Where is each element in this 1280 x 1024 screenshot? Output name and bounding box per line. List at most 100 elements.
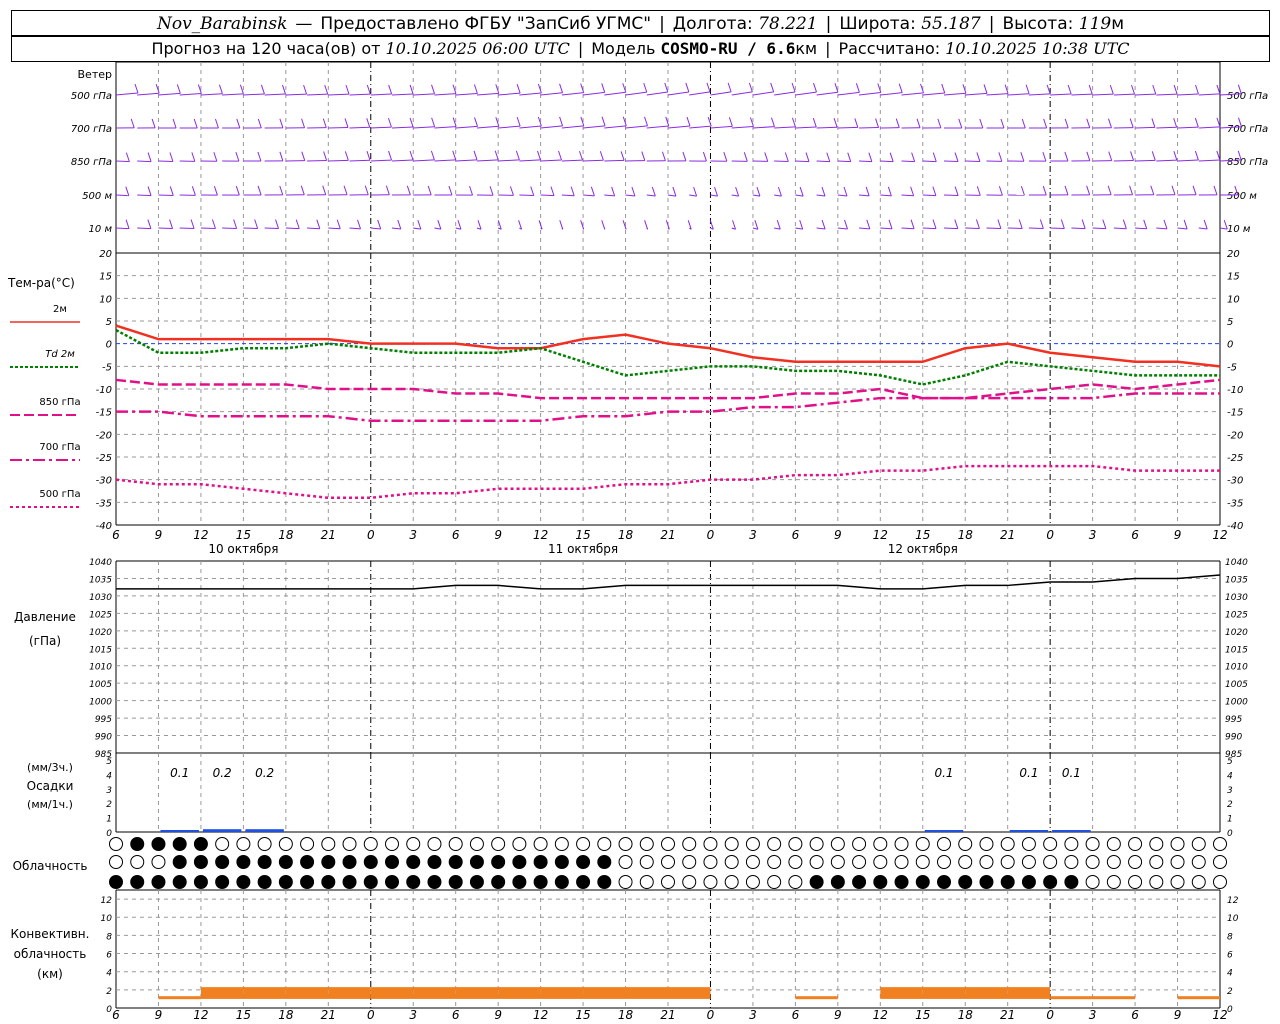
wind-level-label-right: 10 м [1227, 224, 1251, 235]
wind-barb-flag [316, 219, 321, 229]
wind-barb-flag [397, 219, 402, 230]
cloud-cover-symbol [363, 855, 378, 869]
wind-barb-shaft [901, 92, 924, 96]
wind-barb-shaft [349, 93, 371, 96]
cloud-cover-symbol [278, 875, 293, 889]
cloud-cover-symbol [915, 855, 930, 869]
wind-barb-flag [1151, 118, 1156, 128]
cloud-cover-symbol [873, 855, 888, 869]
wind-barb-flag [169, 152, 174, 162]
wind-barb-flag [776, 220, 781, 230]
wind-barb-flag [130, 118, 135, 129]
pressure-ytick-right: 1020 [1225, 628, 1248, 638]
wind-barb-flag [748, 82, 753, 93]
wind-barb-shaft [689, 125, 712, 129]
wind-barb-shaft [625, 194, 635, 197]
wind-barb-flag [279, 118, 284, 128]
wind-barb-flag [590, 186, 595, 196]
cloud-cover-symbol [724, 875, 739, 889]
temp-ytick-right: 20 [1227, 249, 1240, 260]
cloud-cover-symbol [1043, 837, 1058, 851]
wind-barb-flag [509, 186, 514, 196]
wind-barb-flag [898, 83, 903, 93]
wind-level-label-right: 700 гПа [1227, 124, 1268, 135]
wind-barb-shaft [583, 159, 604, 162]
wind-barb-shaft [625, 91, 647, 96]
wind-barb-flag [1067, 84, 1072, 95]
precip-ytick-right: 1 [1227, 815, 1233, 825]
cloud-cover-symbol [597, 855, 612, 869]
precip-unit-1h: (мм/1ч.) [27, 798, 73, 811]
wind-level-label: 700 гПа [71, 124, 112, 135]
wind-barb-flag [559, 83, 564, 93]
cloud-cover-symbol [1213, 875, 1227, 889]
wind-barb-flag [437, 219, 442, 230]
convective-bar [625, 987, 668, 999]
cloud-cover-symbol [576, 875, 591, 889]
cloud-cover-symbol [1213, 855, 1227, 869]
cloud-cover-symbol [385, 855, 399, 869]
cloud-cover-symbol [1170, 875, 1185, 889]
conv-ytick-right: 10 [1227, 914, 1239, 924]
lon-label: Долгота: [672, 13, 753, 34]
time-tick-label-bottom: 9 [834, 1008, 842, 1022]
time-tick-label: 0 [1046, 528, 1054, 542]
precip-ytick-left: 5 [106, 757, 112, 767]
pressure-unit: (гПа) [29, 634, 61, 648]
wind-barb-flag [643, 82, 648, 93]
wind-barb-flag [958, 118, 963, 129]
wind-barb-flag [1216, 84, 1221, 95]
wind-barb-flag [910, 219, 915, 229]
cloud-cover-symbol [1170, 855, 1185, 869]
cloud-cover-symbol [745, 875, 760, 889]
time-tick-label-bottom: 3 [409, 1008, 417, 1022]
wind-barb-shaft [646, 125, 669, 129]
wind-barb-shaft [795, 160, 810, 163]
cloud-cover-symbol [682, 837, 697, 851]
cloud-cover-symbol [937, 875, 951, 889]
cloud-cover-symbol [639, 837, 654, 851]
wind-barb-flag [176, 84, 181, 94]
wind-barb-flag [558, 150, 563, 161]
wind-barb-flag [193, 118, 198, 129]
cloud-cover-symbol [554, 855, 569, 869]
wind-barb-shaft [540, 92, 563, 96]
wind-barb-shaft [115, 92, 139, 96]
wind-barb-flag [147, 219, 152, 229]
time-tick-label: 18 [278, 528, 294, 542]
wind-barb-flag [257, 185, 262, 196]
temp-ytick-left: -5 [102, 362, 112, 373]
convective-bar [965, 987, 1008, 999]
time-tick-label: 9 [494, 528, 502, 542]
wind-barb-shaft [1028, 93, 1051, 96]
wind-barb-shaft [413, 159, 435, 162]
cloud-cover-symbol [342, 837, 357, 851]
wind-barb-flag [976, 186, 981, 196]
pressure-title: Давление [14, 610, 76, 624]
wind-barb-flag [799, 186, 804, 197]
time-tick-label: 9 [155, 528, 163, 542]
wind-barb-flag [843, 186, 848, 197]
temp-ytick-left: 5 [106, 317, 112, 328]
cloud-cover-symbol [363, 837, 378, 851]
wind-barb-flag [844, 219, 848, 230]
cloud-cover-symbol [172, 875, 187, 889]
wind-barb-flag [388, 150, 393, 161]
wind-barb-flag [644, 220, 649, 230]
cloud-cover-symbol [1021, 875, 1036, 889]
cloud-cover-symbol [830, 855, 845, 869]
cloud-cover-symbol [300, 837, 315, 851]
wind-barb-flag [1043, 118, 1048, 129]
time-tick-label: 12 [1212, 528, 1227, 542]
wind-barb-flag [686, 116, 691, 127]
cloud-title: Облачность [13, 859, 88, 873]
wind-barb-shaft [476, 92, 499, 96]
cloud-cover-symbol [894, 855, 909, 869]
wind-barb-flag [530, 186, 535, 196]
wind-barb-flag [1086, 151, 1091, 161]
calc-label: Рассчитано: [838, 39, 941, 58]
time-tick-label-bottom: 3 [749, 1008, 757, 1022]
wind-barb-shaft [370, 159, 392, 162]
wind-barb-shaft [625, 125, 648, 129]
cloud-cover-symbol [915, 837, 930, 851]
